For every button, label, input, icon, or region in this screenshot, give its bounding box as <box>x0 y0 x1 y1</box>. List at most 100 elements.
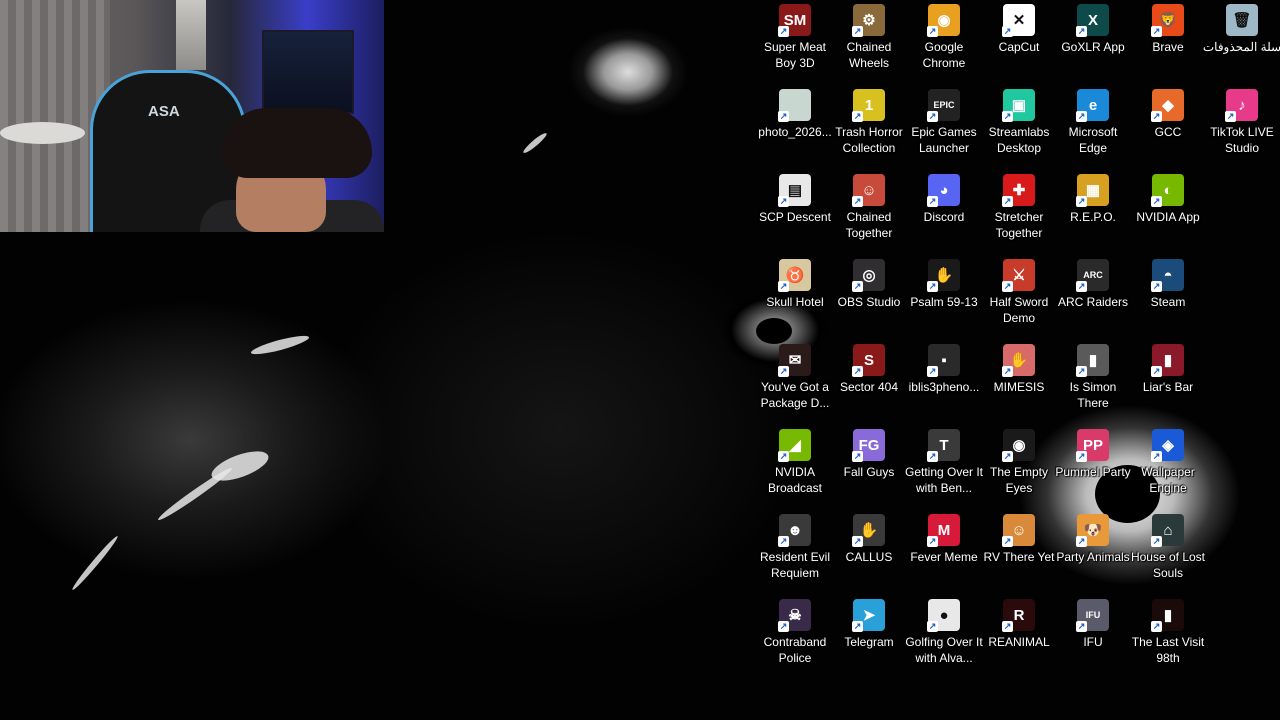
desktop-shortcut-label: Discord <box>923 210 965 224</box>
desktop-shortcut[interactable]: ✕ ↗ CapCut <box>981 0 1057 82</box>
desktop-shortcut-label: Microsoft Edge <box>1068 125 1118 155</box>
desktop-shortcut[interactable]: ➤ ↗ Telegram <box>831 595 907 677</box>
desktop-shortcut-label: Telegram <box>844 635 894 649</box>
shortcut-arrow-icon: ↗ <box>1076 196 1087 207</box>
desktop-shortcut[interactable]: ◆ ↗ GCC <box>1130 85 1206 167</box>
tiktok-live-icon: ♪ ↗ <box>1225 89 1258 122</box>
desktop-shortcut-label: Chained Together <box>845 210 893 240</box>
desktop-shortcut-label: Getting Over It with Ben... <box>904 465 984 495</box>
desktop-shortcut[interactable]: ⚔ ↗ Half Sword Demo <box>981 255 1057 337</box>
desktop-shortcut[interactable]: ARC ↗ ARC Raiders <box>1055 255 1131 337</box>
desktop-shortcut[interactable]: ✋ ↗ Psalm 59-13 <box>906 255 982 337</box>
desktop-shortcut[interactable]: ☻ ↗ Resident Evil Requiem <box>757 510 833 592</box>
desktop-shortcut[interactable]: ⌂ ↗ House of Lost Souls <box>1130 510 1206 592</box>
desktop-shortcut[interactable]: FG ↗ Fall Guys <box>831 425 907 507</box>
shortcut-arrow-icon: ↗ <box>927 621 938 632</box>
desktop-shortcut[interactable]: IFU ↗ IFU <box>1055 595 1131 677</box>
shortcut-arrow-icon: ↗ <box>1076 281 1087 292</box>
desktop-shortcut[interactable]: ◓ ↗ Steam <box>1130 255 1206 337</box>
desktop-shortcut[interactable]: ↗ photo_2026... <box>757 85 833 167</box>
streamlabs-icon: ▣ ↗ <box>1002 89 1035 122</box>
desktop-shortcut[interactable]: ☺ ↗ Chained Together <box>831 170 907 252</box>
desktop-shortcut[interactable]: 🦁 ↗ Brave <box>1130 0 1206 82</box>
desktop-shortcut[interactable]: ✉ ↗ You've Got a Package D... <box>757 340 833 422</box>
desktop-shortcut[interactable]: ◐ ↗ NVIDIA App <box>1130 170 1206 252</box>
desktop-shortcut-label: MIMESIS <box>993 380 1045 394</box>
shortcut-arrow-icon: ↗ <box>1151 281 1162 292</box>
desktop-shortcut[interactable]: ☠ ↗ Contraband Police <box>757 595 833 677</box>
nvidia-broadcast-icon: ◢ ↗ <box>778 429 811 462</box>
desktop-shortcut[interactable]: SM ↗ Super Meat Boy 3D <box>757 0 833 82</box>
desktop-shortcut[interactable]: ▮ ↗ Is Simon There <box>1055 340 1131 422</box>
desktop-shortcut[interactable]: ◉ ↗ Google Chrome <box>906 0 982 82</box>
desktop-shortcut[interactable]: ⚙ ↗ Chained Wheels <box>831 0 907 82</box>
desktop-shortcut[interactable]: ◕ ↗ Discord <box>906 170 982 252</box>
desktop-shortcut[interactable]: T ↗ Getting Over It with Ben... <box>904 425 984 507</box>
desktop-shortcut-label: Brave <box>1152 40 1184 54</box>
shortcut-arrow-icon: ↗ <box>1002 621 1013 632</box>
desktop-shortcut[interactable]: 🐶 ↗ Party Animals <box>1055 510 1131 592</box>
shortcut-arrow-icon: ↗ <box>778 196 789 207</box>
desktop-shortcut-label: Is Simon There <box>1069 380 1117 410</box>
epic-games-icon: EPIC ↗ <box>927 89 960 122</box>
telegram-icon: ➤ ↗ <box>852 599 885 632</box>
desktop-shortcut[interactable]: ● ↗ Golfing Over It with Alva... <box>905 595 983 677</box>
shortcut-arrow-icon: ↗ <box>852 621 863 632</box>
shortcut-arrow-icon: ↗ <box>1151 26 1162 37</box>
desktop-shortcut[interactable]: e ↗ Microsoft Edge <box>1055 85 1131 167</box>
desktop-shortcut[interactable]: 1 ↗ Trash Horror Collection <box>831 85 907 167</box>
empty-eyes-icon: ◉ ↗ <box>1002 429 1035 462</box>
desktop-shortcut[interactable]: M ↗ Fever Meme <box>906 510 982 592</box>
is-simon-there-icon: ▮ ↗ <box>1076 344 1109 377</box>
desktop-shortcut-label: Chained Wheels <box>846 40 892 70</box>
desktop-shortcut-label: Psalm 59-13 <box>910 295 978 309</box>
desktop-shortcut[interactable]: 🗑 سلة المحذوفات <box>1203 0 1280 82</box>
desktop-shortcut-label: Contraband Police <box>763 635 827 665</box>
repo-icon: ▦ ↗ <box>1076 174 1109 207</box>
desktop-shortcut[interactable]: R ↗ REANIMAL <box>981 595 1057 677</box>
shortcut-arrow-icon: ↗ <box>927 451 938 462</box>
desktop-shortcut[interactable]: ▪ ↗ iblis3pheno... <box>906 340 982 422</box>
shortcut-arrow-icon: ↗ <box>927 366 938 377</box>
shortcut-arrow-icon: ↗ <box>1151 621 1162 632</box>
desktop-shortcut[interactable]: ☺ ↗ RV There Yet <box>981 510 1057 592</box>
shortcut-arrow-icon: ↗ <box>852 26 863 37</box>
shortcut-arrow-icon: ↗ <box>1151 451 1162 462</box>
desktop-shortcut-label: Skull Hotel <box>766 295 824 309</box>
desktop-shortcut[interactable]: ▤ ↗ SCP Descent <box>757 170 833 252</box>
desktop-shortcut[interactable]: ▮ ↗ The Last Visit 98th <box>1130 595 1206 677</box>
desktop-shortcut[interactable]: ▮ ↗ Liar's Bar <box>1130 340 1206 422</box>
desktop-shortcut[interactable]: ▦ ↗ R.E.P.O. <box>1055 170 1131 252</box>
shortcut-arrow-icon: ↗ <box>852 196 863 207</box>
desktop-shortcut[interactable]: ♪ ↗ TikTok LIVE Studio <box>1204 85 1280 167</box>
goxlr-icon: X ↗ <box>1076 4 1109 37</box>
desktop-shortcut[interactable]: ◈ ↗ Wallpaper Engine <box>1130 425 1206 507</box>
shortcut-arrow-icon: ↗ <box>778 26 789 37</box>
desktop-shortcut-label: R.E.P.O. <box>1070 210 1116 224</box>
desktop-shortcut-label: The Empty Eyes <box>989 465 1049 495</box>
desktop-shortcut[interactable]: X ↗ GoXLR App <box>1055 0 1131 82</box>
desktop-shortcut[interactable]: PP ↗ Pummel Party <box>1055 425 1131 507</box>
desktop-shortcut[interactable]: ✋ ↗ CALLUS <box>831 510 907 592</box>
desktop-shortcut-label: Fever Meme <box>910 550 978 564</box>
desktop-shortcut[interactable]: ♉ ↗ Skull Hotel <box>757 255 833 337</box>
golfing-over-it-icon: ● ↗ <box>927 599 960 632</box>
desktop-icon-grid: SM ↗ Super Meat Boy 3D ⚙ ↗ Chained Wheels ◉ ↗ Go… <box>0 0 1280 720</box>
shortcut-arrow-icon: ↗ <box>1151 196 1162 207</box>
desktop-shortcut[interactable]: ✋ ↗ MIMESIS <box>981 340 1057 422</box>
desktop-shortcut-label: CALLUS <box>845 550 893 564</box>
mimesis-icon: ✋ ↗ <box>1002 344 1035 377</box>
shortcut-arrow-icon: ↗ <box>1076 451 1087 462</box>
desktop-shortcut-label: Stretcher Together <box>994 210 1044 240</box>
desktop-shortcut[interactable]: ▣ ↗ Streamlabs Desktop <box>981 85 1057 167</box>
desktop-shortcut[interactable]: ✚ ↗ Stretcher Together <box>981 170 1057 252</box>
rv-there-yet-icon: ☺ ↗ <box>1002 514 1035 547</box>
shortcut-arrow-icon: ↗ <box>1002 536 1013 547</box>
shortcut-arrow-icon: ↗ <box>1002 111 1013 122</box>
desktop-shortcut[interactable]: ◉ ↗ The Empty Eyes <box>981 425 1057 507</box>
shortcut-arrow-icon: ↗ <box>927 26 938 37</box>
desktop-shortcut[interactable]: ◢ ↗ NVIDIA Broadcast <box>757 425 833 507</box>
desktop-shortcut[interactable]: EPIC ↗ Epic Games Launcher <box>906 85 982 167</box>
desktop-shortcut[interactable]: S ↗ Sector 404 <box>831 340 907 422</box>
desktop-shortcut[interactable]: ◎ ↗ OBS Studio <box>831 255 907 337</box>
